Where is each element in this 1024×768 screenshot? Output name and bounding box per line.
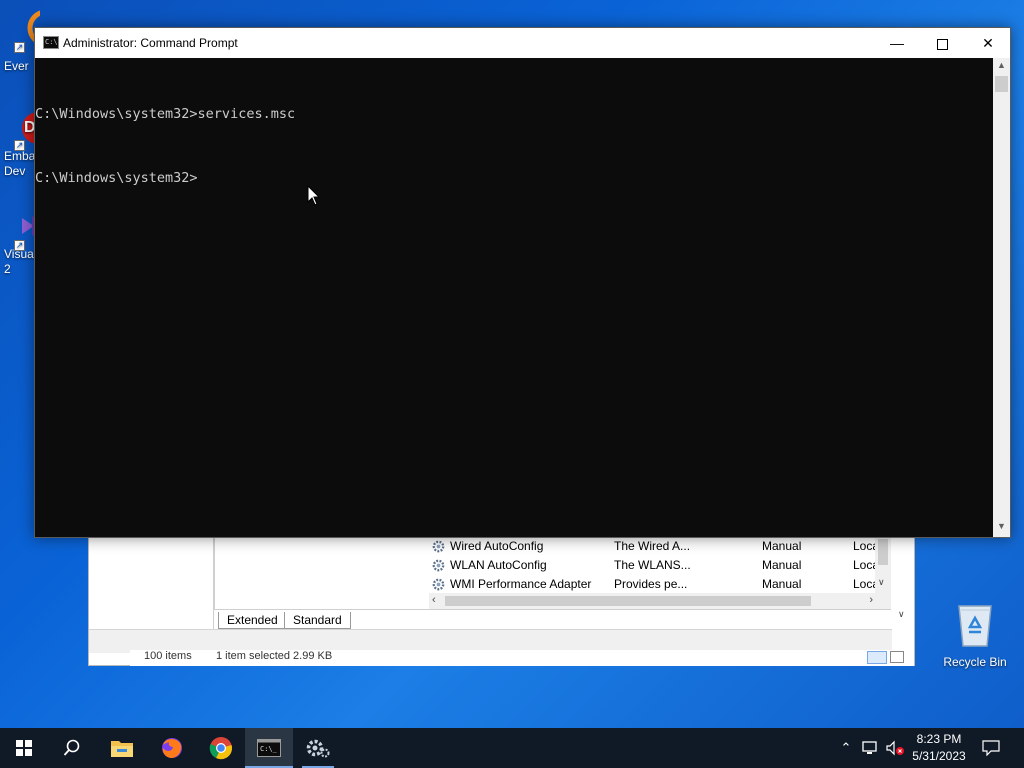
services-horizontal-scrollbar[interactable]: ‹ › — [429, 593, 891, 609]
status-selection: 1 item selected 2.99 KB — [216, 650, 333, 662]
volume-muted-icon — [886, 740, 904, 756]
clock-time: 8:23 PM — [916, 732, 962, 746]
mouse-pointer-icon — [307, 185, 321, 206]
taskbar-firefox[interactable] — [148, 728, 196, 768]
services-view-tabs: Extended Standard — [214, 609, 891, 629]
desktop-icon-label: Recycle Bin — [943, 655, 1007, 669]
services-side-pane — [89, 537, 214, 629]
taskbar-file-explorer[interactable] — [98, 728, 146, 768]
service-name: Wired AutoConfig — [450, 539, 544, 553]
console-prompt-line: C:\Windows\system32> — [35, 170, 198, 186]
minimize-button[interactable]: — — [874, 28, 920, 58]
window-vertical-scrollbar[interactable]: ∨ — [892, 537, 914, 629]
command-prompt-icon: C:\_ — [257, 739, 281, 757]
service-description: The Wired A... — [614, 539, 691, 553]
services-description-pane — [214, 537, 427, 609]
gear-icon — [432, 540, 445, 553]
scrollbar-thumb[interactable] — [445, 596, 811, 606]
tab-standard[interactable]: Standard — [284, 612, 351, 629]
shortcut-arrow-icon: ↗ — [14, 140, 25, 151]
service-row[interactable]: Wired AutoConfig The Wired A... Manual L… — [431, 537, 891, 556]
search-button[interactable] — [48, 728, 96, 768]
title-bar[interactable]: C:\ Administrator: Command Prompt — ✕ — [35, 28, 1010, 58]
action-center-button[interactable] — [978, 728, 1004, 768]
chrome-icon — [209, 737, 232, 760]
service-name: WLAN AutoConfig — [450, 558, 547, 572]
notification-icon — [982, 740, 1000, 756]
command-prompt-icon: C:\ — [43, 36, 59, 49]
scrollbar-thumb[interactable] — [995, 76, 1008, 92]
services-icon — [306, 739, 330, 758]
command-prompt-window[interactable]: C:\ Administrator: Command Prompt — ✕ C:… — [34, 27, 1011, 538]
status-item-count: 100 items — [144, 650, 192, 662]
taskbar-services[interactable] — [294, 728, 342, 768]
start-icon — [16, 740, 32, 756]
console-line: C:\Windows\system32>services.msc — [35, 106, 296, 122]
start-button[interactable] — [0, 728, 48, 768]
gear-icon — [432, 578, 445, 591]
tab-extended[interactable]: Extended — [218, 612, 287, 629]
network-status-button[interactable] — [860, 728, 882, 768]
network-icon — [862, 741, 877, 754]
console-scrollbar[interactable]: ▲ ▼ — [993, 58, 1010, 537]
chevron-up-icon[interactable]: ▲ — [993, 60, 1010, 74]
window-title: Administrator: Command Prompt — [63, 36, 238, 50]
service-description: Provides pe... — [614, 577, 688, 591]
file-explorer-icon — [111, 741, 133, 757]
details-view-icon[interactable] — [867, 651, 887, 664]
shortcut-arrow-icon: ↗ — [14, 240, 25, 251]
firefox-icon — [162, 738, 182, 758]
chevron-down-icon[interactable]: ∨ — [898, 609, 905, 620]
system-clock[interactable]: 8:23 PM 5/31/2023 — [905, 731, 973, 765]
services-vertical-scrollbar[interactable]: ∨ — [875, 537, 891, 593]
show-hidden-icons-button[interactable]: ⌃ — [836, 728, 856, 768]
shortcut-arrow-icon: ↗ — [14, 42, 25, 53]
service-startup-type: Manual — [762, 539, 802, 553]
services-window[interactable]: Wired AutoConfig The Wired A... Manual L… — [88, 536, 915, 666]
service-row[interactable]: WMI Performance Adapter Provides pe... M… — [431, 575, 891, 594]
scrollbar-thumb[interactable] — [878, 539, 888, 565]
service-startup-type: Manual — [762, 577, 802, 591]
service-description: The WLANS... — [614, 558, 691, 572]
maximize-icon — [936, 38, 948, 50]
chevron-down-icon[interactable]: ▼ — [993, 521, 1010, 535]
service-name: WMI Performance Adapter — [450, 577, 592, 591]
desktop-icon-recycle-bin[interactable]: Recycle Bin — [940, 600, 1010, 669]
chevron-down-icon[interactable]: ∨ — [878, 577, 885, 588]
chevron-left-icon[interactable]: ‹ — [432, 594, 436, 606]
large-icons-view-icon[interactable] — [890, 651, 904, 663]
close-button[interactable]: ✕ — [965, 28, 1011, 58]
service-startup-type: Manual — [762, 558, 802, 572]
volume-button[interactable] — [884, 728, 906, 768]
chevron-right-icon[interactable]: › — [869, 594, 873, 606]
gear-icon — [432, 559, 445, 572]
search-icon — [63, 739, 80, 756]
console-output[interactable]: C:\Windows\system32>services.msc C:\Wind… — [35, 58, 995, 537]
recycle-bin-icon — [958, 605, 992, 647]
taskbar-chrome[interactable] — [197, 728, 245, 768]
maximize-button[interactable] — [919, 28, 965, 58]
taskbar: C:\_ ⌃ 8:23 PM 5/31/2023 — [0, 728, 1024, 768]
chevron-up-icon: ⌃ — [840, 740, 852, 755]
taskbar-command-prompt[interactable]: C:\_ — [245, 728, 293, 768]
service-row[interactable]: WLAN AutoConfig The WLANS... Manual Loca — [431, 556, 891, 575]
explorer-status-bar: 100 items 1 item selected 2.99 KB — [130, 650, 914, 666]
clock-date: 5/31/2023 — [912, 749, 966, 763]
svg-text:C:\_: C:\_ — [260, 745, 278, 753]
